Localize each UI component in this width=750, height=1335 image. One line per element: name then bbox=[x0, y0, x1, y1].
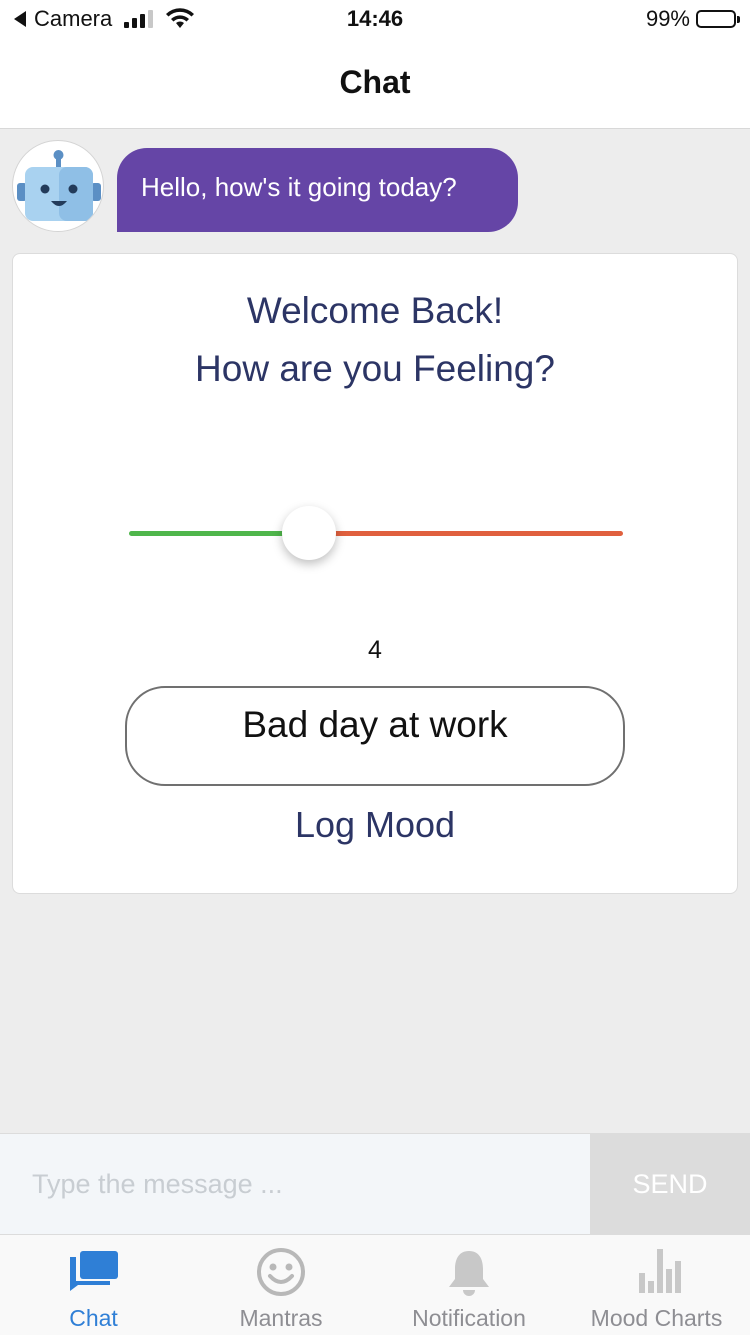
slider-value: 4 bbox=[368, 636, 382, 664]
tab-label-chat: Chat bbox=[69, 1305, 118, 1331]
slider-thumb[interactable] bbox=[282, 506, 336, 560]
message-input[interactable]: Type the message ... bbox=[0, 1134, 590, 1235]
tab-mantras[interactable]: Mantras bbox=[187, 1235, 375, 1335]
tab-notification[interactable]: Notification bbox=[375, 1235, 563, 1335]
mood-card: Welcome Back! How are you Feeling? 4 Bad… bbox=[12, 253, 738, 894]
mood-slider[interactable] bbox=[129, 504, 623, 564]
status-bar: Camera 14:46 99% bbox=[0, 0, 750, 40]
tab-mood-charts[interactable]: Mood Charts bbox=[563, 1235, 750, 1335]
tab-bar: Chat Mantras Notification Mood Charts bbox=[0, 1234, 750, 1335]
tab-label-mood-charts: Mood Charts bbox=[590, 1305, 723, 1331]
robot-icon bbox=[17, 150, 101, 221]
send-button[interactable]: SEND bbox=[590, 1134, 750, 1235]
slider-track-filled bbox=[129, 531, 289, 536]
feeling-question: How are you Feeling? bbox=[195, 348, 555, 389]
welcome-heading: Welcome Back! bbox=[246, 290, 504, 331]
chat-icon bbox=[69, 1251, 118, 1291]
slider-track-remaining bbox=[289, 531, 623, 536]
bell-icon bbox=[449, 1251, 489, 1296]
nav-bar: Chat bbox=[0, 40, 750, 129]
message-composer: Type the message ... SEND bbox=[0, 1133, 750, 1235]
mood-note-input[interactable]: Bad day at work bbox=[125, 686, 625, 786]
battery-percent: 99% bbox=[645, 6, 690, 31]
bar-chart-icon bbox=[638, 1249, 681, 1293]
bot-message-text: Hello, how's it going today? bbox=[141, 172, 457, 202]
tab-label-mantras: Mantras bbox=[239, 1305, 323, 1331]
smiley-icon bbox=[257, 1248, 305, 1296]
tab-chat[interactable]: Chat bbox=[0, 1235, 187, 1335]
page-title: Chat bbox=[339, 64, 411, 100]
tab-label-notification: Notification bbox=[412, 1305, 526, 1331]
battery-status: 99% bbox=[645, 6, 740, 32]
bot-avatar bbox=[12, 140, 104, 232]
log-mood-button[interactable]: Log Mood bbox=[13, 804, 737, 846]
battery-icon bbox=[696, 10, 740, 28]
bot-message-bubble: Hello, how's it going today? bbox=[117, 148, 518, 232]
status-time: 14:46 bbox=[346, 6, 404, 31]
